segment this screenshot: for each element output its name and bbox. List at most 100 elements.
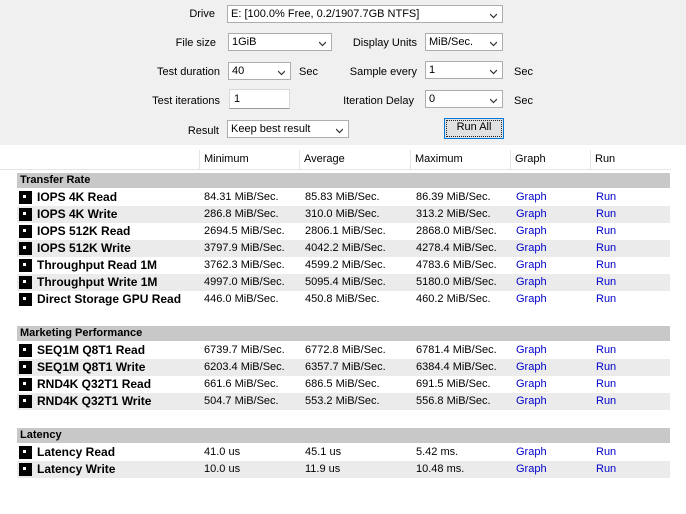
graph-link[interactable]: Graph <box>516 461 547 478</box>
min-value: 286.8 MiB/Sec. <box>204 208 279 220</box>
column-header-run: Run <box>590 150 671 169</box>
test-iterations-label: Test iterations <box>152 95 220 107</box>
drive-select[interactable]: E: [100.0% Free, 0.2/1907.7GB NTFS] <box>227 5 503 23</box>
chevron-down-icon <box>319 41 326 47</box>
graph-link[interactable]: Graph <box>516 223 547 240</box>
graph-link[interactable]: Graph <box>516 291 547 308</box>
test-duration-unit: Sec <box>299 66 318 78</box>
test-name: RND4K Q32T1 Read <box>37 377 152 391</box>
chevron-down-icon <box>490 69 497 75</box>
table-row: Latency Write 10.0 us 11.9 us 10.48 ms. Grap… <box>17 461 670 478</box>
max-value: 10.48 ms. <box>416 463 465 475</box>
table-row: Throughput Read 1M 3762.3 MiB/Sec. 4599.2 … <box>17 257 670 274</box>
test-select-checkbox[interactable] <box>19 276 32 289</box>
test-select-checkbox[interactable] <box>19 225 32 238</box>
file-size-select[interactable]: 1GiB <box>228 33 332 51</box>
min-value: 2694.5 MiB/Sec. <box>204 225 285 237</box>
run-all-button[interactable]: Run All <box>444 118 504 139</box>
chevron-down-icon <box>490 98 497 104</box>
test-name: Latency Write <box>37 462 116 476</box>
max-value: 691.5 MiB/Sec. <box>416 378 491 390</box>
drive-select-value: E: [100.0% Free, 0.2/1907.7GB NTFS] <box>231 8 420 20</box>
run-link[interactable]: Run <box>596 359 616 376</box>
min-value: 4997.0 MiB/Sec. <box>204 276 285 288</box>
run-link[interactable]: Run <box>596 257 616 274</box>
test-name: Throughput Read 1M <box>37 258 157 272</box>
graph-link[interactable]: Graph <box>516 393 547 410</box>
test-select-checkbox[interactable] <box>19 242 32 255</box>
run-link[interactable]: Run <box>596 461 616 478</box>
test-name: SEQ1M Q8T1 Write <box>37 360 146 374</box>
graph-link[interactable]: Graph <box>516 444 547 461</box>
iteration-delay-select[interactable]: 0 <box>425 90 503 108</box>
avg-value: 11.9 us <box>305 463 341 475</box>
table-row: Direct Storage GPU Read 446.0 MiB/Sec. 450… <box>17 291 670 308</box>
test-select-checkbox[interactable] <box>19 259 32 272</box>
test-select-checkbox[interactable] <box>19 208 32 221</box>
table-row: IOPS 512K Read 2694.5 MiB/Sec. 2806.1 MiB/… <box>17 223 670 240</box>
sample-every-select[interactable]: 1 <box>425 61 503 79</box>
max-value: 313.2 MiB/Sec. <box>416 208 491 220</box>
avg-value: 686.5 MiB/Sec. <box>305 378 380 390</box>
min-value: 6203.4 MiB/Sec. <box>204 361 285 373</box>
test-select-checkbox[interactable] <box>19 344 32 357</box>
test-name: IOPS 4K Write <box>37 207 118 221</box>
file-size-label: File size <box>175 37 216 49</box>
graph-link[interactable]: Graph <box>516 240 547 257</box>
table-row: SEQ1M Q8T1 Read 6739.7 MiB/Sec. 6772.8 MiB… <box>17 342 670 359</box>
test-select-checkbox[interactable] <box>19 378 32 391</box>
graph-link[interactable]: Graph <box>516 376 547 393</box>
drive-label: Drive <box>189 8 215 20</box>
graph-link[interactable]: Graph <box>516 342 547 359</box>
test-select-checkbox[interactable] <box>19 293 32 306</box>
test-select-checkbox[interactable] <box>19 361 32 374</box>
table-row: IOPS 4K Read 84.31 MiB/Sec. 85.83 MiB/Sec.… <box>17 189 670 206</box>
run-link[interactable]: Run <box>596 376 616 393</box>
test-select-checkbox[interactable] <box>19 191 32 204</box>
avg-value: 4599.2 MiB/Sec. <box>305 259 386 271</box>
max-value: 460.2 MiB/Sec. <box>416 293 491 305</box>
max-value: 556.8 MiB/Sec. <box>416 395 491 407</box>
table-row: Latency Read 41.0 us 45.1 us 5.42 ms. Graph R… <box>17 444 670 461</box>
display-units-value: MiB/Sec. <box>429 36 474 48</box>
test-name: IOPS 512K Read <box>37 224 131 238</box>
iteration-delay-value: 0 <box>429 93 436 105</box>
avg-value: 450.8 MiB/Sec. <box>305 293 380 305</box>
run-link[interactable]: Run <box>596 240 616 257</box>
max-value: 86.39 MiB/Sec. <box>416 191 491 203</box>
table-row: RND4K Q32T1 Write 504.7 MiB/Sec. 553.2 MiB… <box>17 393 670 410</box>
graph-link[interactable]: Graph <box>516 257 547 274</box>
max-value: 2868.0 MiB/Sec. <box>416 225 497 237</box>
graph-link[interactable]: Graph <box>516 274 547 291</box>
run-link[interactable]: Run <box>596 274 616 291</box>
max-value: 4278.4 MiB/Sec. <box>416 242 497 254</box>
run-link[interactable]: Run <box>596 189 616 206</box>
sample-every-label: Sample every <box>349 66 417 78</box>
run-link[interactable]: Run <box>596 342 616 359</box>
run-link[interactable]: Run <box>596 393 616 410</box>
test-iterations-value: 1 <box>234 93 241 105</box>
run-link[interactable]: Run <box>596 444 616 461</box>
run-link[interactable]: Run <box>596 291 616 308</box>
display-units-select[interactable]: MiB/Sec. <box>425 33 503 51</box>
avg-value: 6772.8 MiB/Sec. <box>305 344 386 356</box>
graph-link[interactable]: Graph <box>516 359 547 376</box>
avg-value: 4042.2 MiB/Sec. <box>305 242 386 254</box>
avg-value: 553.2 MiB/Sec. <box>305 395 380 407</box>
graph-link[interactable]: Graph <box>516 206 547 223</box>
graph-link[interactable]: Graph <box>516 189 547 206</box>
avg-value: 6357.7 MiB/Sec. <box>305 361 386 373</box>
result-select[interactable]: Keep best result <box>227 120 349 138</box>
iteration-delay-label: Iteration Delay <box>343 95 414 107</box>
test-select-checkbox[interactable] <box>19 463 32 476</box>
test-duration-select[interactable]: 40 <box>228 62 291 80</box>
run-link[interactable]: Run <box>596 206 616 223</box>
max-value: 6384.4 MiB/Sec. <box>416 361 497 373</box>
display-units-label: Display Units <box>352 37 417 49</box>
run-link[interactable]: Run <box>596 223 616 240</box>
column-header-graph: Graph <box>510 150 590 169</box>
max-value: 6781.4 MiB/Sec. <box>416 344 497 356</box>
test-select-checkbox[interactable] <box>19 395 32 408</box>
test-iterations-input[interactable]: 1 <box>229 89 290 109</box>
test-select-checkbox[interactable] <box>19 446 32 459</box>
